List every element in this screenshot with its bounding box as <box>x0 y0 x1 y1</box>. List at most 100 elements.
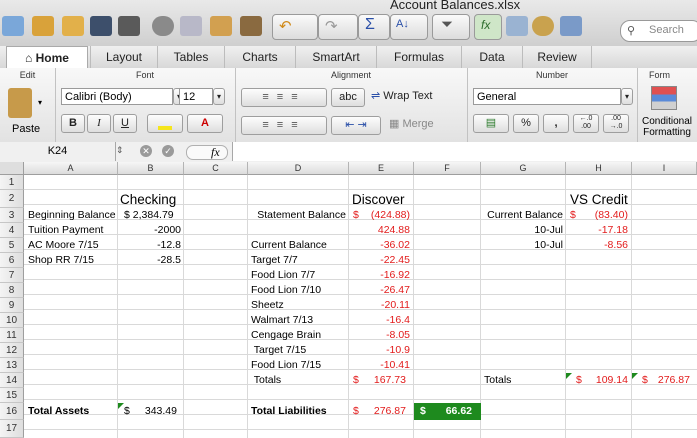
tab-smartart[interactable]: SmartArt <box>295 46 376 68</box>
cell-i14[interactable]: 276.87 <box>632 373 690 388</box>
text-orientation-button[interactable]: abc <box>331 88 365 107</box>
column-header-i[interactable]: I <box>632 162 697 175</box>
print-icon[interactable] <box>118 16 140 36</box>
spreadsheet-grid[interactable]: A B C D E F G H I 1 2 3 4 5 6 7 8 9 10 1… <box>0 162 697 438</box>
cell-e4[interactable]: 424.88 <box>349 223 410 238</box>
media-browser-icon[interactable] <box>532 16 554 36</box>
row-header-13[interactable]: 13 <box>0 358 24 373</box>
tab-review[interactable]: Review <box>522 46 592 68</box>
cell-e16[interactable]: 276.87 <box>349 404 406 419</box>
row-header-8[interactable]: 8 <box>0 283 24 298</box>
tab-data[interactable]: Data <box>461 46 522 68</box>
cell-g14[interactable]: Totals <box>484 373 511 388</box>
column-header-b[interactable]: B <box>118 162 184 175</box>
template-icon[interactable] <box>32 16 54 36</box>
cell-d14[interactable]: Totals <box>251 373 281 388</box>
row-header-3[interactable]: 3 <box>0 208 24 223</box>
cell-d12[interactable]: Target 7/15 <box>251 343 307 358</box>
search-field[interactable]: ⚲ Search <box>620 20 697 42</box>
row-header-2[interactable]: 2 <box>0 190 24 208</box>
cell-h14[interactable]: 109.14 <box>566 373 628 388</box>
number-format-dropdown[interactable]: ▾ <box>621 88 633 105</box>
cell-e11[interactable]: -8.05 <box>349 328 410 343</box>
horizontal-align-buttons[interactable]: ≡≡≡ <box>241 116 327 135</box>
cell-e3[interactable]: (424.88) <box>349 208 410 223</box>
indent-buttons[interactable]: ⇤ ⇥ <box>331 116 381 135</box>
cell-b4[interactable]: -2000 <box>118 223 181 238</box>
cell-a5[interactable]: AC Moore 7/15 <box>28 238 99 253</box>
font-size-field[interactable]: 12 <box>179 88 213 105</box>
wrap-text-button[interactable]: ⇌ Wrap Text <box>371 88 459 107</box>
cancel-entry-icon[interactable]: ✕ <box>140 145 152 157</box>
increase-decimal-button[interactable]: ←.0 .00 <box>573 114 599 133</box>
cell-h5[interactable]: -8.56 <box>566 238 628 253</box>
decrease-decimal-button[interactable]: .00 →.0 <box>603 114 629 133</box>
row-header-9[interactable]: 9 <box>0 298 24 313</box>
cell-b5[interactable]: -12.8 <box>118 238 181 253</box>
row-header-10[interactable]: 10 <box>0 313 24 328</box>
cell-e6[interactable]: -22.45 <box>349 253 410 268</box>
row-header-17[interactable]: 17 <box>0 420 24 438</box>
row-header-6[interactable]: 6 <box>0 253 24 268</box>
row-header-12[interactable]: 12 <box>0 343 24 358</box>
autosum-button[interactable]: Σ <box>358 14 390 40</box>
undo-button[interactable]: ↶ <box>272 14 318 40</box>
cell-b16[interactable]: 343.49 <box>118 404 177 419</box>
row-header-4[interactable]: 4 <box>0 223 24 238</box>
filter-button[interactable]: ⏷ <box>432 14 470 40</box>
row-header-14[interactable]: 14 <box>0 373 24 388</box>
font-name-field[interactable]: Calibri (Body) <box>61 88 173 105</box>
insert-function-button[interactable]: fx <box>186 145 228 160</box>
tab-tables[interactable]: Tables <box>157 46 224 68</box>
toolbox-icon[interactable] <box>506 16 528 36</box>
cell-e13[interactable]: -10.41 <box>349 358 410 373</box>
cell-e9[interactable]: -20.11 <box>349 298 410 313</box>
column-header-a[interactable]: A <box>24 162 118 175</box>
cut-icon[interactable] <box>152 16 174 36</box>
comma-button[interactable]: , <box>543 114 569 133</box>
fill-color-button[interactable] <box>147 114 183 133</box>
font-size-dropdown[interactable]: ▾ <box>213 88 225 105</box>
column-header-e[interactable]: E <box>349 162 414 175</box>
save-icon[interactable] <box>90 16 112 36</box>
cell-d9[interactable]: Sheetz <box>251 298 284 313</box>
cell-g4[interactable]: 10-Jul <box>481 223 563 238</box>
cell-e12[interactable]: -10.9 <box>349 343 410 358</box>
paste-icon[interactable] <box>210 16 232 36</box>
redo-button[interactable]: ↷ <box>318 14 358 40</box>
cell-b3[interactable]: $ 2,384.79 <box>124 208 174 223</box>
row-header-5[interactable]: 5 <box>0 238 24 253</box>
tab-formulas[interactable]: Formulas <box>376 46 461 68</box>
cell-d16[interactable]: Total Liabilities <box>251 404 327 419</box>
copy-icon[interactable] <box>180 16 202 36</box>
sort-button[interactable]: A↓ <box>390 14 428 40</box>
paste-dropdown-icon[interactable]: ▾ <box>38 98 42 107</box>
cell-f16[interactable]: 66.62 <box>414 404 472 419</box>
column-header-d[interactable]: D <box>248 162 349 175</box>
italic-button[interactable]: I <box>87 114 111 133</box>
cell-a6[interactable]: Shop RR 7/15 <box>28 253 94 268</box>
column-header-h[interactable]: H <box>566 162 632 175</box>
cell-h2[interactable]: VS Credit <box>570 192 628 207</box>
cell-e7[interactable]: -16.92 <box>349 268 410 283</box>
cell-b6[interactable]: -28.5 <box>118 253 181 268</box>
number-format-field[interactable]: General <box>473 88 621 105</box>
column-header-g[interactable]: G <box>481 162 566 175</box>
bold-button[interactable]: B <box>61 114 85 133</box>
name-box[interactable]: K24 <box>0 142 116 161</box>
currency-format-button[interactable]: ▤ <box>473 114 509 133</box>
vertical-align-buttons[interactable]: ≡≡≡ <box>241 88 327 107</box>
cell-d13[interactable]: Food Lion 7/15 <box>251 358 321 373</box>
row-header-16[interactable]: 16 <box>0 403 24 420</box>
cell-a16[interactable]: Total Assets <box>28 404 89 419</box>
row-header-7[interactable]: 7 <box>0 268 24 283</box>
cell-d3[interactable]: Statement Balance <box>248 208 346 223</box>
merge-button[interactable]: ▦ Merge <box>389 116 459 135</box>
row-header-1[interactable]: 1 <box>0 175 24 190</box>
percent-button[interactable]: % <box>513 114 539 133</box>
cell-a3[interactable]: Beginning Balance <box>28 208 116 223</box>
cell-e2[interactable]: Discover <box>352 192 405 207</box>
select-all-corner[interactable] <box>0 162 24 175</box>
cell-d6[interactable]: Target 7/7 <box>251 253 298 268</box>
help-icon[interactable] <box>560 16 582 36</box>
